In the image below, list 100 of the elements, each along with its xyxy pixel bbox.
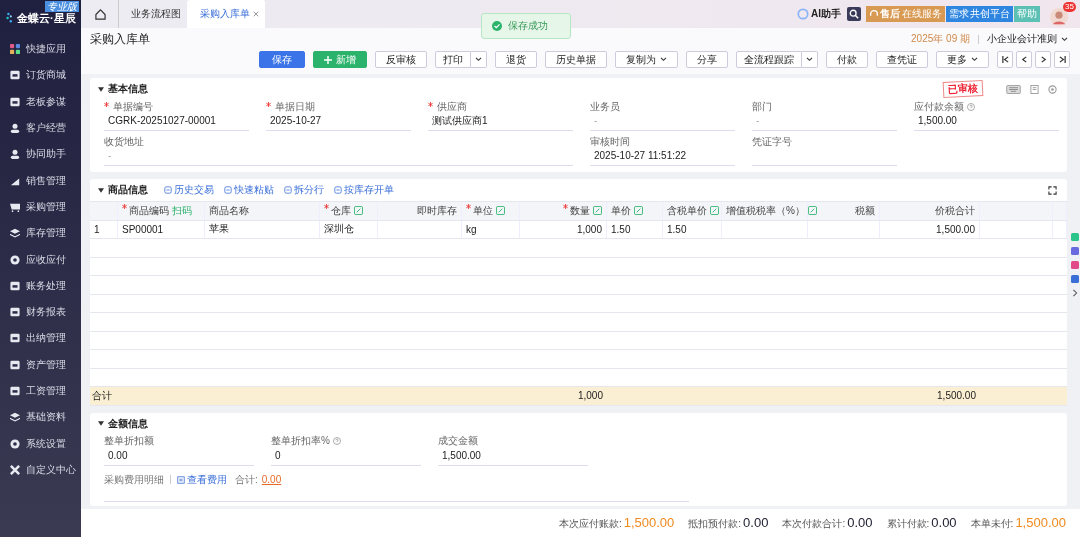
collapse-icon[interactable] (98, 86, 104, 92)
close-icon[interactable] (253, 11, 259, 17)
toolbar-button[interactable]: 更多 (936, 51, 989, 68)
cross-icon (10, 464, 20, 475)
first-page-button[interactable] (997, 51, 1013, 68)
toolbar-button[interactable]: 复制为 (615, 51, 678, 68)
sidebar-item[interactable]: 自定义中心 (0, 456, 81, 484)
sidebar-item[interactable]: 订货商城 (0, 62, 81, 89)
form-field[interactable]: 整单折扣率% 0 (271, 434, 421, 466)
sidebar-item[interactable]: 采购管理 (0, 193, 81, 221)
sidebar-item[interactable]: 财务报表 (0, 298, 81, 326)
previous-button[interactable] (1016, 51, 1032, 68)
toolbar-button[interactable]: 退货 (495, 51, 537, 68)
field-value: 2025-10-27 (270, 115, 322, 126)
form-field[interactable]: 单据日期 2025-10-27 (266, 100, 411, 131)
toolbar-button[interactable]: 打印 (435, 51, 471, 68)
avatar-icon[interactable] (1050, 8, 1068, 26)
sidebar-item[interactable]: 出纳管理 (0, 325, 81, 352)
stack-icon (10, 228, 20, 239)
column-header: 商品编码 (129, 203, 169, 218)
sidebar-item[interactable]: 资产管理 (0, 351, 81, 378)
table-cell: 1.50 (611, 223, 631, 235)
service-label: 售后 (880, 7, 900, 21)
circle-icon (10, 254, 20, 265)
toolbar-button[interactable]: 分享 (686, 51, 728, 68)
total-cell: 1,500.00 (937, 390, 976, 402)
toolbar-link[interactable]: 按库存开单 (334, 183, 394, 197)
toolbar-link[interactable]: 拆分行 (284, 183, 324, 197)
tab[interactable]: 采购入库单 (187, 0, 265, 28)
period-text: 2025年 09 期 (911, 32, 970, 46)
approved-stamp: 已审核 (942, 79, 984, 99)
chevron-right-icon[interactable] (1070, 289, 1079, 297)
field-value: - (594, 115, 598, 126)
home-icon[interactable] (95, 8, 106, 20)
toolbar-button[interactable]: 付款 (826, 51, 868, 68)
service-sublabel: 在线服务 (902, 7, 942, 21)
circle-icon (10, 438, 20, 449)
last-page-button[interactable] (1054, 51, 1070, 68)
table-cell: kg (466, 223, 477, 235)
sidebar-item[interactable]: 应收应付 (0, 246, 81, 273)
form-field[interactable]: 供应商 测试供应商1 (428, 100, 573, 131)
search-button[interactable] (847, 7, 861, 21)
sidebar-item[interactable]: 工资管理 (0, 377, 81, 405)
sum-label: 合计: (235, 472, 258, 487)
next-button[interactable] (1035, 51, 1051, 68)
sidebar-item[interactable]: 销售管理 (0, 167, 81, 194)
demand-button[interactable]: 需求共创平台 (946, 6, 1013, 22)
sidebar-item[interactable]: 协同助手 (0, 141, 81, 168)
accounting-standard-dropdown[interactable]: 小企业会计准则 (987, 32, 1068, 46)
form-field[interactable]: 部门 - (752, 100, 897, 131)
sidebar-item[interactable]: 系统设置 (0, 430, 81, 457)
collapse-icon[interactable] (98, 187, 104, 193)
dropdown-button[interactable] (802, 51, 818, 68)
toolbar-link[interactable]: 历史交易 (164, 183, 214, 197)
toolbar-link[interactable]: 快速粘贴 (224, 183, 274, 197)
sidebar-item[interactable]: 库存管理 (0, 220, 81, 247)
field-value: 2025-10-27 11:51:22 (594, 150, 687, 161)
column-header: 单位 (473, 203, 493, 218)
dropdown-button[interactable] (471, 51, 487, 68)
demand-label: 需求 (949, 7, 969, 21)
keyboard-icon[interactable] (1006, 84, 1021, 94)
form-field[interactable]: 单据编号 CGRK-20251027-00001 (104, 100, 249, 131)
page-title: 采购入库单 (90, 30, 150, 48)
sidebar-item[interactable]: 老板参谋 (0, 88, 81, 115)
fee-label: 采购费用明细 (104, 472, 164, 487)
toolbar-button[interactable]: 历史单据 (545, 51, 607, 68)
form-field[interactable]: 应付款余额 1,500.00 (914, 100, 1059, 131)
sidebar-item[interactable]: 客户经营 (0, 114, 81, 142)
column-header: 含税单价 (667, 203, 707, 218)
collapse-icon[interactable] (98, 421, 104, 426)
form-field[interactable]: 审核时间 2025-10-27 11:51:22 (590, 135, 735, 166)
table-cell: 1,500.00 (936, 223, 975, 235)
sidebar-item[interactable]: 基础资料 (0, 404, 81, 431)
form-field[interactable]: 业务员 - (590, 100, 735, 131)
toolbar-button[interactable]: 反审核 (375, 51, 427, 68)
field-value: 测试供应商1 (432, 113, 488, 128)
toolbar-button[interactable]: 全流程跟踪 (736, 51, 802, 68)
summary-label: 累计付款: (886, 517, 930, 531)
ai-assistant-button[interactable]: AI助手 (797, 7, 841, 21)
summary-label: 本次付款合计: (782, 517, 846, 531)
settings-icon[interactable] (1048, 84, 1057, 94)
summary-label: 抵扣预付款: (688, 517, 742, 531)
form-field[interactable]: 成交金额 1,500.00 (438, 434, 588, 466)
fullscreen-icon[interactable] (1048, 185, 1057, 195)
table-cell: 1,000 (576, 223, 602, 235)
field-label: 供应商 (437, 99, 467, 114)
view-fees-link[interactable]: 查看费用 (177, 472, 227, 487)
toolbar-button[interactable]: 保存 (259, 51, 305, 68)
field-label: 凭证字号 (752, 134, 792, 149)
sidebar-item[interactable]: 快捷应用 (0, 36, 81, 63)
toolbar-button[interactable]: 查凭证 (876, 51, 928, 68)
field-value: CGRK-20251027-00001 (108, 115, 216, 126)
form-field[interactable]: 整单折扣额 0.00 (104, 434, 254, 466)
first-icon (1001, 56, 1009, 63)
table-cell: 深圳仓 (324, 222, 354, 237)
document-icon[interactable] (1030, 84, 1039, 94)
column-header: 数量 (570, 203, 590, 218)
form-field[interactable]: 收货地址 - (104, 135, 573, 166)
form-field[interactable]: 凭证字号 (752, 135, 897, 166)
sidebar-item[interactable]: 账务处理 (0, 272, 81, 299)
